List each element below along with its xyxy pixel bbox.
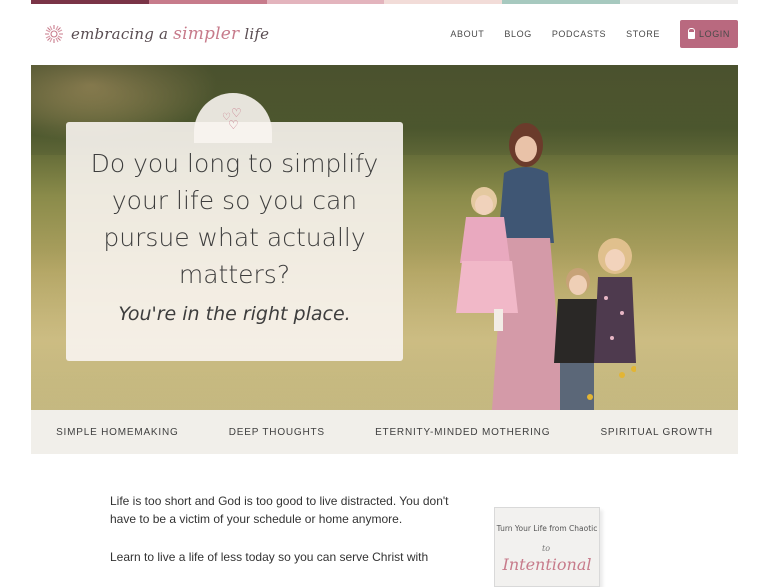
intro-paragraph-2: Learn to live a life of less today so yo… <box>110 550 429 564</box>
book-cover[interactable]: Turn Your Life from Chaotic to Intention… <box>494 507 600 587</box>
book-subtitle: Turn Your Life from Chaotic <box>496 524 598 533</box>
hero-subheadline: You're in the right place. <box>118 303 351 325</box>
intro-paragraph-1: Life is too short and God is too good to… <box>110 494 449 526</box>
nav-blog[interactable]: BLOG <box>504 29 531 39</box>
category-eternity-minded-mothering[interactable]: ETERNITY-MINDED MOTHERING <box>375 427 550 438</box>
hero-banner: ♡ ♡ ♡ Do you long to simplify your life … <box>31 65 738 410</box>
nav-store[interactable]: STORE <box>626 29 660 39</box>
main-nav: ABOUT BLOG PODCASTS STORE LOGIN <box>430 20 738 48</box>
category-spiritual-growth[interactable]: SPIRITUAL GROWTH <box>600 427 712 438</box>
intro-text: Life is too short and God is too good to… <box>110 492 450 586</box>
logo-text: embracing a simpler life <box>71 24 269 44</box>
hearts-icon: ♡ ♡ ♡ <box>222 106 242 132</box>
flower-icon <box>45 25 63 43</box>
login-button[interactable]: LOGIN <box>679 20 738 48</box>
lock-icon <box>687 27 695 39</box>
logo-text-part1: embracing a <box>71 25 169 43</box>
book-title: Intentional <box>502 555 592 574</box>
nav-about[interactable]: ABOUT <box>450 29 484 39</box>
site-header: embracing a simpler life ABOUT BLOG PODC… <box>31 4 738 64</box>
category-bar: SIMPLE HOMEMAKING DEEP THOUGHTS ETERNITY… <box>31 410 738 454</box>
category-simple-homemaking[interactable]: SIMPLE HOMEMAKING <box>56 427 179 438</box>
logo-text-part2: simpler <box>173 24 240 44</box>
hero-headline: Do you long to simplify your life so you… <box>90 149 379 289</box>
nav-podcasts[interactable]: PODCASTS <box>552 29 606 39</box>
logo-text-part3: life <box>244 25 270 43</box>
site-logo[interactable]: embracing a simpler life <box>43 23 269 45</box>
category-deep-thoughts[interactable]: DEEP THOUGHTS <box>229 427 325 438</box>
book-title-line: to Intentional <box>495 536 599 574</box>
book-to: to <box>541 544 551 553</box>
login-label: LOGIN <box>698 29 730 39</box>
family-photo <box>456 123 636 410</box>
